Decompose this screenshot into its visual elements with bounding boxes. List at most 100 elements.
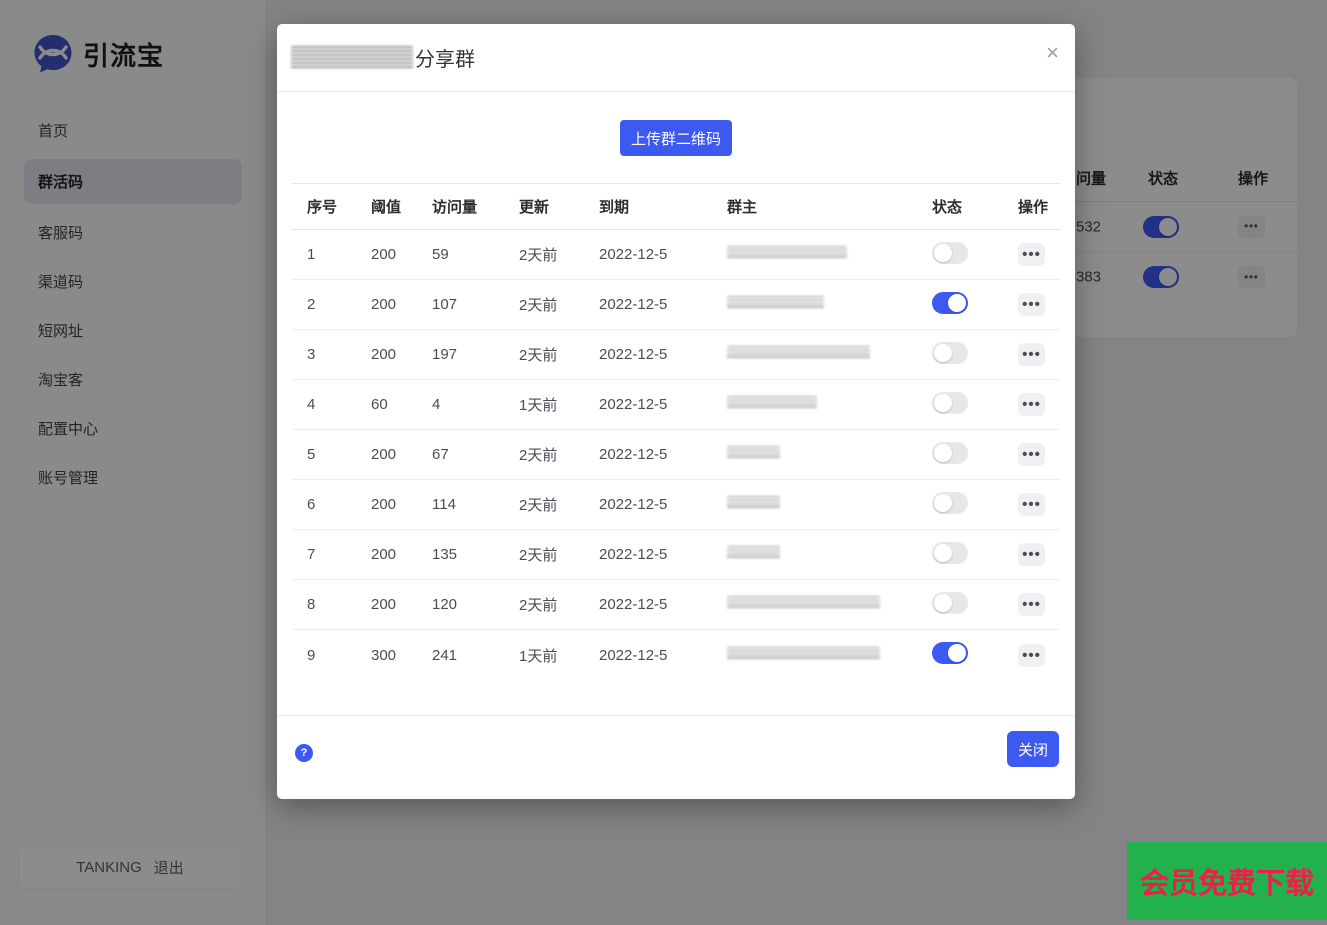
row-actions-ellipsis-icon[interactable]: ••• (1018, 343, 1045, 366)
vip-free-download-badge[interactable]: 会员免费下载 (1127, 842, 1327, 920)
expires-value: 2022-12-5 (599, 446, 727, 463)
owner-cell (727, 647, 932, 664)
status-toggle[interactable] (932, 442, 968, 464)
table-row: 3 200 197 2天前 2022-12-5 ••• (292, 330, 1060, 380)
status-toggle[interactable] (932, 342, 968, 364)
status-cell (932, 442, 1018, 468)
modal-footer: ? 关闭 (277, 715, 1075, 799)
app-root: 引流宝 首页 群活码 客服码 渠道码 (0, 0, 1327, 925)
visits-value: 241 (432, 647, 519, 664)
table-row: 8 200 120 2天前 2022-12-5 ••• (292, 580, 1060, 630)
header-expires: 到期 (599, 196, 727, 217)
status-cell (932, 342, 1018, 368)
action-cell: ••• (1018, 293, 1060, 316)
threshold-value: 200 (371, 346, 432, 363)
status-cell (932, 592, 1018, 618)
owner-cell (727, 446, 932, 463)
expires-value: 2022-12-5 (599, 396, 727, 413)
owner-cell (727, 496, 932, 513)
status-cell (932, 642, 1018, 668)
status-cell (932, 392, 1018, 418)
updated-value: 2天前 (519, 294, 599, 315)
updated-value: 2天前 (519, 594, 599, 615)
expires-value: 2022-12-5 (599, 596, 727, 613)
expires-value: 2022-12-5 (599, 546, 727, 563)
seq-value: 4 (307, 396, 371, 413)
share-group-modal: 分享群 × 上传群二维码 序号 阈值 访问量 更新 到期 群主 状态 操作 1 (277, 24, 1075, 799)
modal-header: 分享群 × (277, 24, 1075, 92)
seq-value: 6 (307, 496, 371, 513)
action-cell: ••• (1018, 493, 1060, 516)
row-actions-ellipsis-icon[interactable]: ••• (1018, 293, 1045, 316)
status-toggle[interactable] (932, 492, 968, 514)
updated-value: 2天前 (519, 494, 599, 515)
owner-cell (727, 596, 932, 613)
visits-value: 197 (432, 346, 519, 363)
upload-qrcode-button[interactable]: 上传群二维码 (620, 120, 732, 156)
row-actions-ellipsis-icon[interactable]: ••• (1018, 543, 1045, 566)
updated-value: 2天前 (519, 444, 599, 465)
redacted-owner-name (727, 647, 880, 660)
row-actions-ellipsis-icon[interactable]: ••• (1018, 644, 1045, 667)
threshold-value: 200 (371, 596, 432, 613)
owner-cell (727, 246, 932, 263)
header-threshold: 阈值 (371, 196, 432, 217)
table-row: 2 200 107 2天前 2022-12-5 ••• (292, 280, 1060, 330)
updated-value: 2天前 (519, 544, 599, 565)
table-row: 7 200 135 2天前 2022-12-5 ••• (292, 530, 1060, 580)
redacted-owner-name (727, 296, 824, 309)
close-icon[interactable]: × (1046, 42, 1059, 64)
row-actions-ellipsis-icon[interactable]: ••• (1018, 243, 1045, 266)
redacted-owner-name (727, 496, 780, 509)
updated-value: 1天前 (519, 645, 599, 666)
redacted-owner-name (727, 546, 780, 559)
modal-table-body: 1 200 59 2天前 2022-12-5 ••• 2 200 107 (292, 230, 1060, 680)
owner-cell (727, 346, 932, 363)
redacted-owner-name (727, 246, 847, 259)
action-cell: ••• (1018, 543, 1060, 566)
header-action: 操作 (1018, 196, 1060, 217)
seq-value: 8 (307, 596, 371, 613)
action-cell: ••• (1018, 644, 1060, 667)
help-icon[interactable]: ? (295, 744, 313, 762)
updated-value: 1天前 (519, 394, 599, 415)
action-cell: ••• (1018, 243, 1060, 266)
expires-value: 2022-12-5 (599, 246, 727, 263)
threshold-value: 200 (371, 496, 432, 513)
status-toggle[interactable] (932, 392, 968, 414)
seq-value: 1 (307, 246, 371, 263)
seq-value: 7 (307, 546, 371, 563)
table-row: 6 200 114 2天前 2022-12-5 ••• (292, 480, 1060, 530)
header-updated: 更新 (519, 196, 599, 217)
visits-value: 4 (432, 396, 519, 413)
status-toggle[interactable] (932, 542, 968, 564)
row-actions-ellipsis-icon[interactable]: ••• (1018, 393, 1045, 416)
updated-value: 2天前 (519, 244, 599, 265)
header-owner: 群主 (727, 196, 932, 217)
modal-table-header: 序号 阈值 访问量 更新 到期 群主 状态 操作 (292, 183, 1060, 230)
visits-value: 67 (432, 446, 519, 463)
status-toggle[interactable] (932, 642, 968, 664)
header-status: 状态 (932, 196, 1018, 217)
redacted-owner-name (727, 446, 780, 459)
action-cell: ••• (1018, 443, 1060, 466)
threshold-value: 200 (371, 446, 432, 463)
modal-table: 序号 阈值 访问量 更新 到期 群主 状态 操作 1 200 59 2天前 20… (292, 183, 1060, 680)
table-row: 1 200 59 2天前 2022-12-5 ••• (292, 230, 1060, 280)
row-actions-ellipsis-icon[interactable]: ••• (1018, 493, 1045, 516)
action-cell: ••• (1018, 393, 1060, 416)
modal-title-suffix: 分享群 (415, 43, 475, 72)
redacted-group-name (291, 46, 413, 70)
row-actions-ellipsis-icon[interactable]: ••• (1018, 443, 1045, 466)
row-actions-ellipsis-icon[interactable]: ••• (1018, 593, 1045, 616)
action-cell: ••• (1018, 593, 1060, 616)
action-cell: ••• (1018, 343, 1060, 366)
status-toggle[interactable] (932, 592, 968, 614)
status-toggle[interactable] (932, 242, 968, 264)
expires-value: 2022-12-5 (599, 496, 727, 513)
header-seq: 序号 (307, 196, 371, 217)
seq-value: 2 (307, 296, 371, 313)
status-cell (932, 292, 1018, 318)
close-modal-button[interactable]: 关闭 (1007, 731, 1059, 767)
status-toggle[interactable] (932, 292, 968, 314)
